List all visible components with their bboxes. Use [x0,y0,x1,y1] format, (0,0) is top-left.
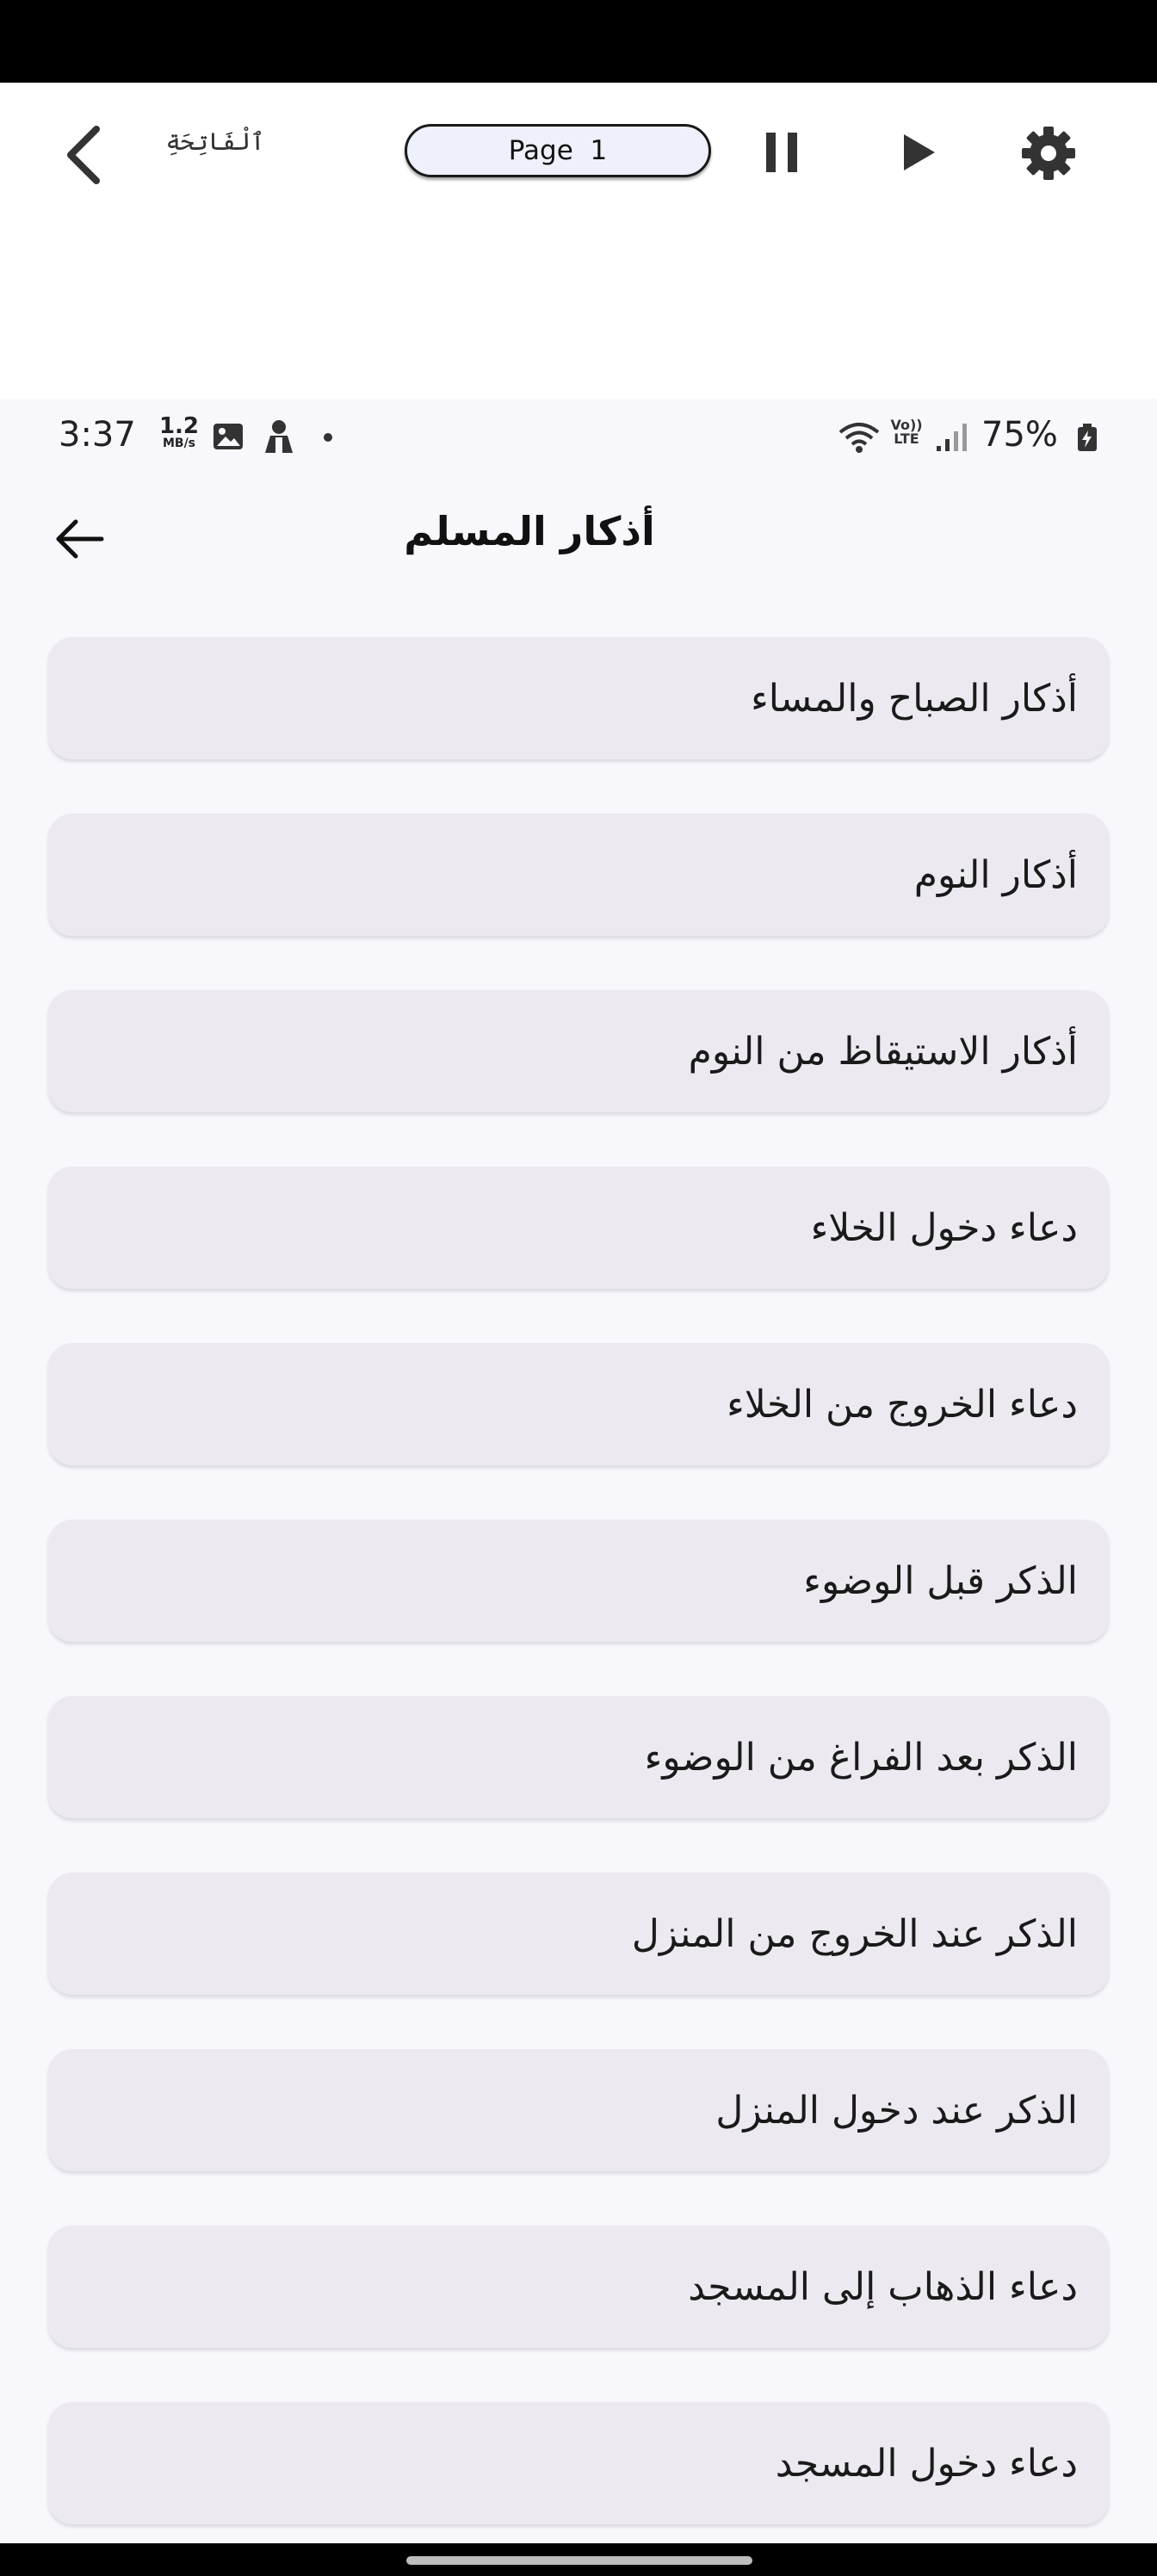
list-item-label: الذكر عند الخروج من المنزل [631,1911,1078,1956]
incognito-icon [258,418,300,455]
volte-icon: Vo)) LTE [888,418,925,453]
gear-icon[interactable] [1019,124,1078,183]
list-item-label: الذكر عند دخول المنزل [715,2088,1078,2133]
signal-icon [935,422,971,453]
battery-percentage: 75% [981,415,1058,455]
network-speed: 1.2 MB/s [155,415,203,449]
home-gesture-handle[interactable] [406,2556,752,2565]
volte-bottom-label: LTE [894,430,919,447]
list-item-label: أذكار الاستيقاظ من النوم [688,1029,1078,1074]
list-item-label: دعاء دخول الخلاء [810,1205,1078,1250]
list-item[interactable]: الذكر عند دخول المنزل [48,2049,1109,2171]
page-indicator-button[interactable]: Page 1 [405,124,711,177]
page-indicator-label: Page 1 [508,135,608,166]
list-item-label: أذكار الصباح والمساء [751,676,1078,721]
list-item-label: دعاء الذهاب إلى المسجد [688,2264,1078,2309]
list-item-label: أذكار النوم [913,852,1078,897]
list-item[interactable]: أذكار الاستيقاظ من النوم [48,990,1109,1112]
battery-charging-icon [1076,424,1098,451]
list-item[interactable]: دعاء دخول المسجد [48,2402,1109,2524]
list-item[interactable]: الذكر عند الخروج من المنزل [48,1873,1109,1995]
arrow-left-icon[interactable] [52,511,107,567]
list-item[interactable]: أذكار الصباح والمساء [48,637,1109,759]
list-item-label: دعاء الخروج من الخلاء [727,1382,1078,1427]
notification-dot-icon [324,433,332,442]
chevron-left-icon[interactable] [59,122,110,188]
list-item[interactable]: دعاء دخول الخلاء [48,1167,1109,1289]
wifi-icon [837,420,882,455]
gallery-icon [212,422,244,451]
pause-icon[interactable] [761,129,802,176]
list-item-label: دعاء دخول المسجد [775,2441,1078,2486]
surah-name: ٱلْفَاتِحَةِ [165,127,265,156]
list-item-label: الذكر قبل الوضوء [803,1558,1078,1603]
status-time: 3:37 [59,415,136,455]
list-item[interactable]: دعاء الخروج من الخلاء [48,1343,1109,1465]
list-item[interactable]: دعاء الذهاب إلى المسجد [48,2226,1109,2348]
page-title: أذكار المسلم [404,508,655,554]
play-icon[interactable] [899,131,938,174]
network-speed-value: 1.2 [158,413,200,439]
list-item[interactable]: أذكار النوم [48,814,1109,936]
list-item[interactable]: الذكر قبل الوضوء [48,1520,1109,1642]
network-speed-unit: MB/s [162,437,196,450]
list-item-label: الذكر بعد الفراغ من الوضوء [644,1735,1078,1780]
top-system-strip [0,0,1157,83]
list-item[interactable]: الذكر بعد الفراغ من الوضوء [48,1696,1109,1818]
